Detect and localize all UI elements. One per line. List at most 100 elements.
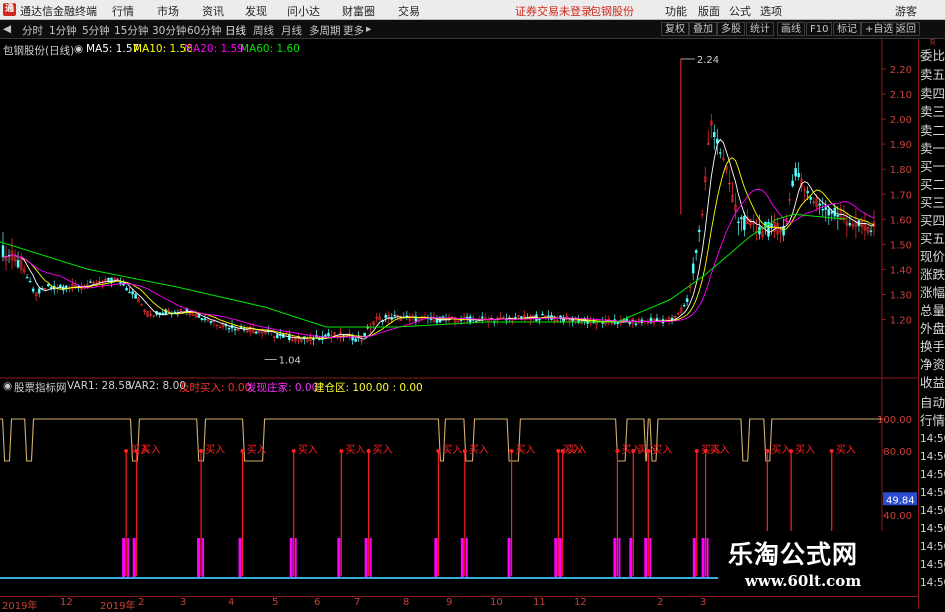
high-price-label: 2.24 xyxy=(697,55,719,66)
quote-label-sell3: 卖三 xyxy=(920,104,945,119)
ma5-label: MA5: 1.57 xyxy=(86,43,140,55)
legend-collapse-icon[interactable]: ◉ xyxy=(74,43,83,55)
buy-signal-dot xyxy=(366,449,371,453)
date-label: 11 xyxy=(533,597,546,608)
warehouse-bar xyxy=(460,538,464,577)
candle-body xyxy=(740,217,743,220)
buy-signal-label: 买入 xyxy=(771,444,791,456)
warehouse-bar xyxy=(132,538,136,577)
buy-signal-dot xyxy=(199,449,204,453)
date-label: 2019年 xyxy=(100,601,136,612)
warehouse-bar xyxy=(127,538,130,577)
tick-time: 14:50 xyxy=(920,433,945,445)
candle-body xyxy=(89,281,92,283)
date-axis: 2019年 12 2019年 2 3 4 5 6 7 8 9 10 11 12 … xyxy=(0,596,918,612)
date-label: 2019年 xyxy=(2,601,38,612)
price-tick-label: 2.20 xyxy=(890,65,912,76)
date-label: 10 xyxy=(490,597,503,608)
quote-label-net-asset: 净资 xyxy=(920,357,945,372)
var2-label: VAR2: 8.00 xyxy=(128,380,186,392)
indicator-collapse-icon[interactable]: ◉ xyxy=(3,380,12,392)
warehouse-bar xyxy=(289,538,293,577)
price-tick-label: 1.70 xyxy=(890,190,912,201)
warehouse-bar xyxy=(202,538,205,577)
buy-signal-label: 买入 xyxy=(652,444,672,456)
watermark-url: www.60lt.com xyxy=(745,572,862,590)
var1-label: VAR1: 28.58 xyxy=(67,380,132,392)
candle-body xyxy=(827,209,831,216)
price-tick-label: 1.80 xyxy=(890,165,912,176)
buy-signal-dot xyxy=(703,449,708,453)
quote-label-turnover: 换手 xyxy=(920,339,945,354)
candle-body xyxy=(197,314,201,318)
candle-body xyxy=(655,318,659,322)
candle-body xyxy=(719,152,722,154)
warehouse-bar xyxy=(238,538,242,577)
candles-group xyxy=(1,113,876,346)
candle-body xyxy=(16,260,20,268)
buy-signal-dot xyxy=(339,449,344,453)
candle-body xyxy=(474,320,478,323)
chart-canvas[interactable]: 1.20 1.30 1.40 1.50 1.60 1.70 1.80 1.90 2.00 2.10… xyxy=(0,0,918,596)
candle-body xyxy=(128,291,131,294)
candle-body xyxy=(791,180,794,187)
candle-body xyxy=(242,328,246,331)
buy-signal-dot xyxy=(765,449,770,453)
candle-body xyxy=(363,332,366,337)
candle-body xyxy=(821,209,825,211)
buy-signal-dot xyxy=(789,449,794,453)
candle-body xyxy=(797,173,800,178)
candle-body xyxy=(134,293,137,299)
candle-body xyxy=(1,245,5,258)
indicator-name: 股票指标网 xyxy=(14,382,67,394)
warehouse-label: 建仓区: 100.00 : 0.00 xyxy=(314,382,423,394)
warehouse-bar xyxy=(465,538,468,577)
warehouse-bar xyxy=(613,538,617,577)
candle-body xyxy=(685,298,689,302)
buy-signal-dot xyxy=(124,449,129,453)
candle-body xyxy=(848,223,852,226)
quote-label-buy5: 买五 xyxy=(920,231,945,246)
candle-body xyxy=(327,332,330,337)
buy-signal-label: 买入 xyxy=(469,444,489,456)
buy-label: 及时买入: 0.00 xyxy=(179,382,252,394)
tick-time: 14:50 xyxy=(920,559,945,571)
date-label: 12 xyxy=(574,597,587,608)
candle-body xyxy=(59,285,62,288)
buy-signal-label: 买入 xyxy=(710,444,730,456)
warehouse-bar xyxy=(554,538,558,577)
buy-signal-dot xyxy=(291,449,296,453)
quote-label-buy4: 买四 xyxy=(920,213,945,228)
panel-tab-auto[interactable]: 自动 xyxy=(920,393,945,412)
tick-time: 14:50 xyxy=(920,541,945,553)
candle-body xyxy=(31,288,35,292)
buy-signal-label: 买入 xyxy=(247,444,267,456)
buy-signal-label: 买入 xyxy=(141,444,161,456)
tick-time: 14:50 xyxy=(920,577,945,589)
price-tick-label: 1.20 xyxy=(890,316,912,327)
candle-body xyxy=(49,287,53,289)
warehouse-bar xyxy=(122,538,126,577)
candle-body xyxy=(393,314,397,317)
quote-label-buy1: 买一 xyxy=(920,159,945,174)
panel-tab-quotes[interactable]: 行情 xyxy=(920,411,945,430)
date-label: 9 xyxy=(446,597,453,608)
buy-signal-dot xyxy=(134,449,139,453)
candle-body xyxy=(233,328,237,331)
watermark-title: 乐淘公式网 xyxy=(728,540,859,569)
buy-signal-dot xyxy=(631,449,636,453)
candle-body xyxy=(869,230,873,232)
warehouse-bar xyxy=(618,538,621,577)
candle-body xyxy=(830,211,834,214)
warehouse-bar xyxy=(701,538,705,577)
quote-label-sell4: 卖四 xyxy=(920,86,945,101)
candle-body xyxy=(254,331,258,334)
watermark: 乐淘公式网 www.60lt.com xyxy=(718,531,918,596)
quote-label-volume: 总量 xyxy=(920,303,945,318)
candle-body xyxy=(737,221,740,223)
buy-signal-label: 买入 xyxy=(795,444,815,456)
quote-label-sell1: 卖一 xyxy=(920,141,945,156)
candle-body xyxy=(541,314,544,316)
buy-signal-label: 买入 xyxy=(345,444,365,456)
price-tick-label: 1.90 xyxy=(890,140,912,151)
